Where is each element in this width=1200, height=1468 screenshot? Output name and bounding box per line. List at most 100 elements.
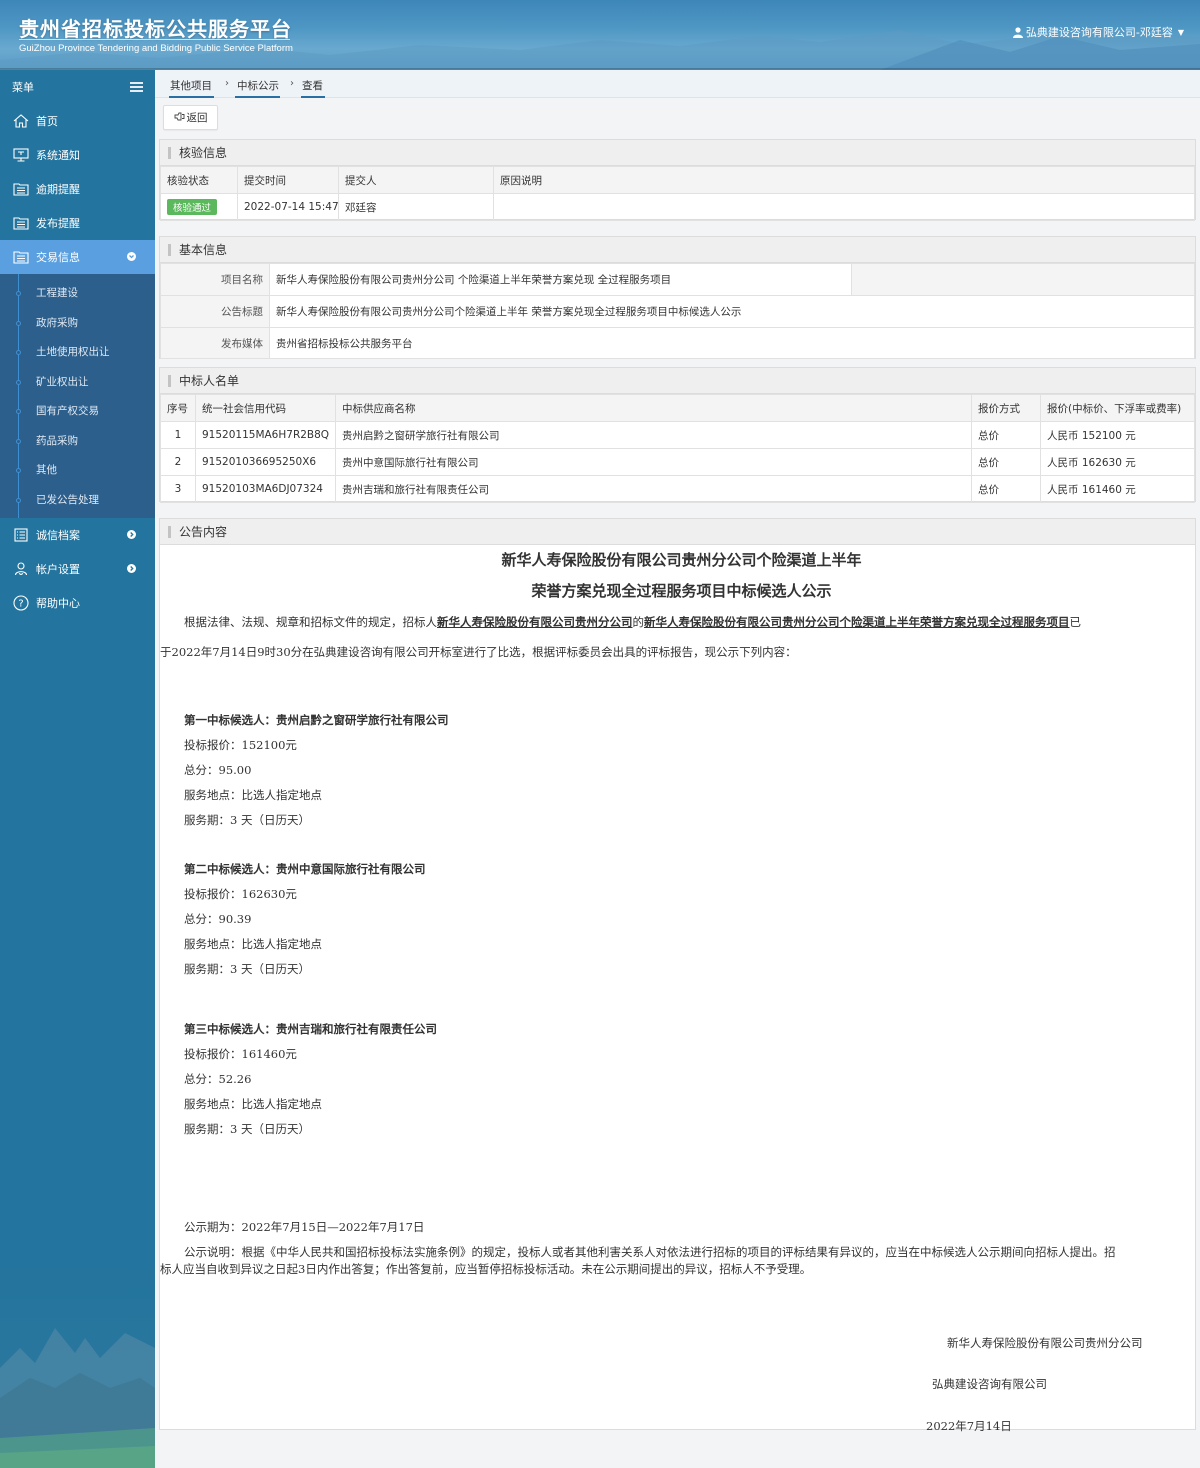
panel-header: 基本信息 [160,237,1195,263]
credit-code: 91520115MA6H7R2B8Q [195,421,336,449]
submenu-label: 药品采购 [36,434,78,447]
platform-title: 贵州省招标投标公共服务平台 [19,17,292,41]
caret-down-icon: ▼ [1177,27,1184,37]
bullet-icon [16,409,21,414]
sidebar-item-home[interactable]: 首页 [0,104,155,138]
candidate-3-score: 总分：52.26 [184,1072,252,1086]
credit-code: 91520103MA6DJ07324 [195,475,336,503]
candidate-2-heading: 第二中标候选人：贵州中意国际旅行社有限公司 [184,862,426,876]
sidebar-item-label: 逾期提醒 [36,183,80,196]
intro-text: 已 [1069,615,1082,629]
menu-header: 菜单 [0,70,155,104]
intro-line1: 根据法律、法规、规章和招标文件的规定，招标人新华人寿保险股份有限公司贵州分公司的… [184,614,1081,630]
candidate-2-period: 服务期：3 天（日历天） [184,962,310,976]
info-row: 公告标题 新华人寿保险股份有限公司贵州分公司个险渠道上半年 荣誉方案兑现全过程服… [160,295,1195,328]
title-divider [19,39,290,40]
project-name-link: 新华人寿保险股份有限公司贵州分公司个险渠道上半年荣誉方案兑现全过程服务项目 [644,615,1070,629]
toolbar: 返回 [155,99,1200,133]
info-row: 项目名称 新华人寿保险股份有限公司贵州分公司 个险渠道上半年荣誉方案兑现 全过程… [160,263,1195,296]
table-header-row: 核验状态 提交时间 提交人 原因说明 [160,166,1195,194]
candidate-3-heading: 第三中标候选人：贵州吉瑞和旅行社有限责任公司 [184,1022,437,1036]
menu-label: 菜单 [12,81,34,94]
panel-title: 核验信息 [179,146,228,160]
candidate-1-heading: 第一中标候选人：贵州启黔之窗研学旅行社有限公司 [184,713,449,727]
supplier-name: 贵州启黔之窗研学旅行社有限公司 [335,421,972,449]
announcement-heading-line2: 荣誉方案兑现全过程服务项目中标候选人公示 [531,582,832,600]
signer-tenderer: 新华人寿保险股份有限公司贵州分公司 [947,1336,1143,1350]
menu-toggle-icon[interactable] [130,82,143,92]
column-header: 原因说明 [493,166,1195,194]
intro-line2: 于2022年7月14日9时30分在弘典建设咨询有限公司开标室进行了比选，根据评标… [160,645,797,659]
submenu-item-land-use[interactable]: 土地使用权出让 [0,337,155,367]
note-line1: 公示说明：根据《中华人民共和国招标投标法实施条例》的规定，投标人或者其他利害关系… [184,1245,1116,1259]
verify-panel: 核验信息 核验状态 提交时间 提交人 原因说明 核验通过 2022-07-14 … [159,139,1196,221]
table-row: 1 91520115MA6H7R2B8Q 贵州启黔之窗研学旅行社有限公司 总价 … [160,421,1195,449]
column-header: 序号 [160,394,196,422]
back-button[interactable]: 返回 [163,105,218,130]
submenu-label: 国有产权交易 [36,405,99,418]
winners-panel: 中标人名单 序号 统一社会信用代码 中标供应商名称 报价方式 报价(中标价、下浮… [159,367,1196,503]
candidate-1-price: 投标报价：152100元 [184,738,297,752]
project-name: 新华人寿保险股份有限公司贵州分公司 个险渠道上半年荣誉方案兑现 全过程服务项目 [269,263,852,296]
folder-list-icon [12,249,30,265]
breadcrumb-other-projects[interactable]: 其他项目 [170,78,212,93]
sidebar-item-system-notice[interactable]: 系统通知 [0,138,155,172]
tenderer-name: 新华人寿保险股份有限公司贵州分公司 [437,615,633,629]
monitor-icon [12,147,30,163]
candidate-3-price: 投标报价：161460元 [184,1047,297,1061]
sidebar-item-credit-archive[interactable]: 诚信档案 [0,518,155,552]
sidebar-item-label: 交易信息 [36,251,80,264]
column-header: 中标供应商名称 [335,394,972,422]
submenu-item-mining-rights[interactable]: 矿业权出让 [0,367,155,397]
submenu-item-published-notices[interactable]: 已发公告处理 [0,485,155,515]
sidebar-item-transaction-info[interactable]: 交易信息 [0,240,155,274]
submenu-item-gov-procurement[interactable]: 政府采购 [0,308,155,338]
submenu-item-drug-procurement[interactable]: 药品采购 [0,426,155,456]
user-name: 弘典建设咨询有限公司-邓廷容 [1025,26,1173,39]
user-menu[interactable]: 弘典建设咨询有限公司-邓廷容 ▼ [1012,24,1184,40]
supplier-name: 贵州吉瑞和旅行社有限责任公司 [335,475,972,503]
status-badge: 核验通过 [167,199,218,215]
publicity-period: 公示期为：2022年7月15日—2022年7月17日 [184,1220,425,1234]
intro-text: 根据法律、法规、规章和招标文件的规定，招标人 [184,615,437,629]
candidate-1-score: 总分：95.00 [184,763,252,777]
chevron-right-icon: › [225,78,229,89]
header-accent-bar [168,525,171,538]
submenu-label: 工程建设 [36,287,78,300]
sidebar-item-account-settings[interactable]: 帐户设置 [0,552,155,586]
breadcrumb-award-notice[interactable]: 中标公示 [237,78,279,93]
user-outline-icon [12,561,30,577]
sidebar-item-label: 帮助中心 [36,597,80,610]
bullet-icon [16,497,21,503]
candidate-2-score: 总分：90.39 [184,912,252,926]
info-label: 公告标题 [160,295,270,328]
column-header: 提交时间 [237,166,339,194]
sidebar-item-help-center[interactable]: ? 帮助中心 [0,586,155,620]
sidebar-item-label: 首页 [36,115,58,128]
signer-agency: 弘典建设咨询有限公司 [932,1377,1047,1391]
column-header: 核验状态 [160,166,238,194]
submenu-item-other[interactable]: 其他 [0,455,155,485]
submenu-item-construction[interactable]: 工程建设 [0,278,155,308]
panel-header: 核验信息 [160,140,1195,166]
column-header: 报价方式 [971,394,1041,422]
folder-list-icon [12,215,30,231]
platform-subtitle: GuiZhou Province Tendering and Bidding P… [19,43,293,54]
panel-title: 基本信息 [179,243,228,257]
back-label: 返回 [186,112,208,124]
breadcrumb-underline [301,96,325,98]
winners-table: 序号 统一社会信用代码 中标供应商名称 报价方式 报价(中标价、下浮率或费率) … [160,394,1195,503]
back-hand-icon [174,112,185,124]
publish-media: 贵州省招标投标公共服务平台 [269,327,1195,359]
sidebar-item-label: 帐户设置 [36,563,80,576]
header-accent-bar [168,146,171,159]
table-header-row: 序号 统一社会信用代码 中标供应商名称 报价方式 报价(中标价、下浮率或费率) [160,394,1195,422]
sidebar-item-publish-reminder[interactable]: 发布提醒 [0,206,155,240]
breadcrumb-underline [235,96,280,98]
submenu-label: 矿业权出让 [36,375,89,388]
submenu-item-state-property[interactable]: 国有产权交易 [0,396,155,426]
submit-time: 2022-07-14 15:47 [237,193,339,221]
sidebar-item-overdue-reminder[interactable]: 逾期提醒 [0,172,155,206]
candidate-2-price: 投标报价：162630元 [184,887,297,901]
candidate-3-period: 服务期：3 天（日历天） [184,1122,310,1136]
